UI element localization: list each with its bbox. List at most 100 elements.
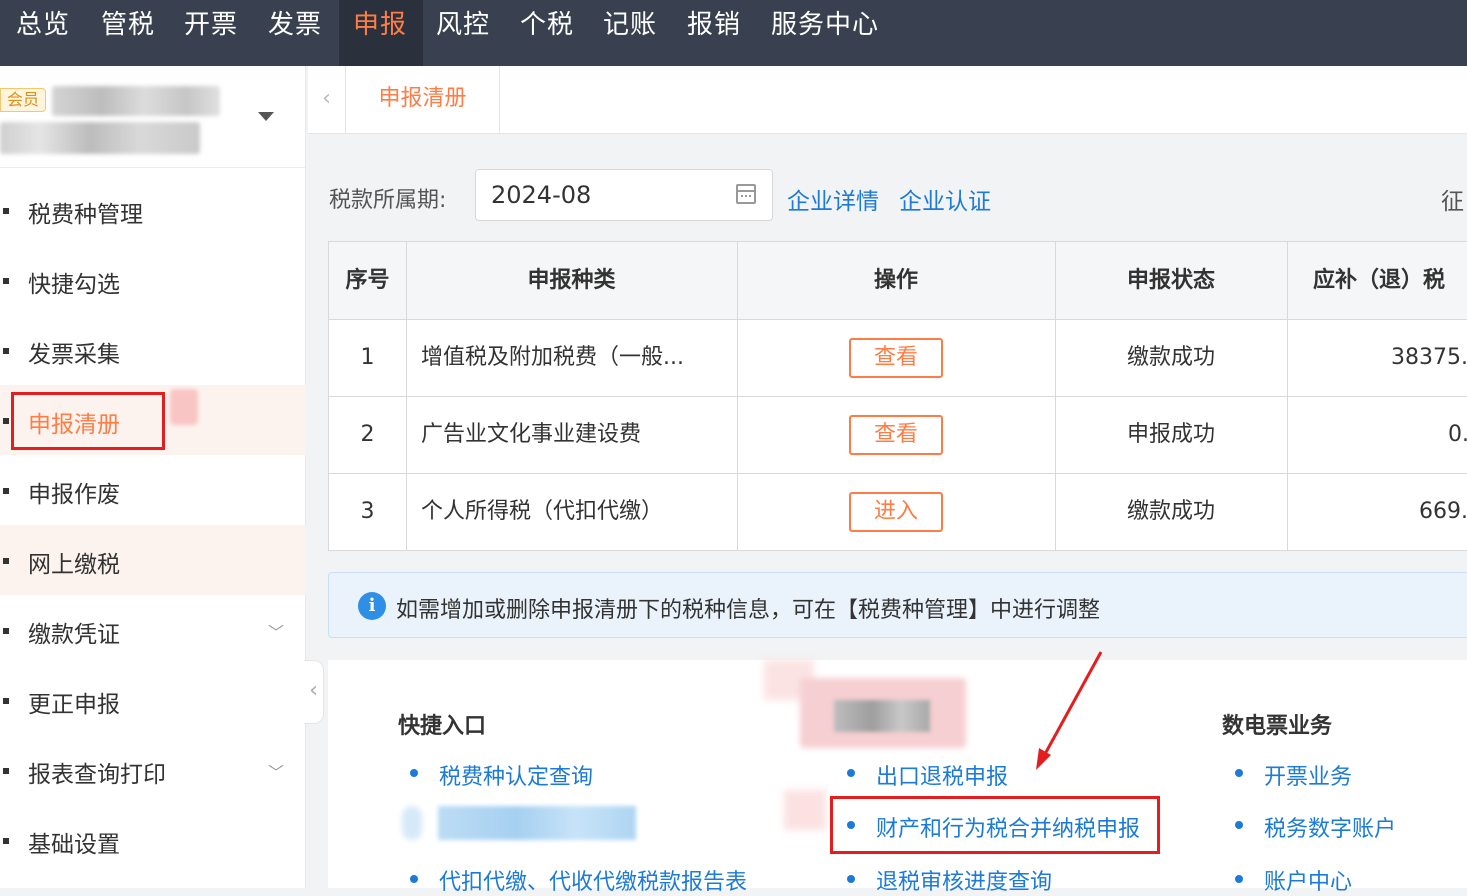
calendar-icon[interactable] [736, 184, 756, 204]
row-amount: 669. [1419, 499, 1467, 524]
view-button[interactable]: 查看 [849, 338, 943, 378]
sidebar-item-declaration-void[interactable]: 申报作废 [0, 455, 306, 525]
sidebar-item-label: 申报作废 [28, 482, 120, 508]
enter-button[interactable]: 进入 [849, 492, 943, 532]
bullet-icon [3, 628, 9, 634]
nav-item-tax-management[interactable]: 管税 [101, 0, 155, 66]
column-divider [737, 242, 738, 550]
column-header: 序号 [345, 268, 390, 293]
sidebar-item-quick-select[interactable]: 快捷勾选 [0, 245, 306, 315]
sidebar-item-label: 更正申报 [28, 692, 120, 718]
row-index: 2 [360, 422, 375, 447]
blurred-link[interactable] [438, 806, 636, 840]
bullet-icon [410, 875, 418, 883]
row-status: 缴款成功 [1126, 345, 1215, 370]
link-refund-progress[interactable]: 退税审核进度查询 [876, 864, 1052, 896]
sidebar-item-tax-types[interactable]: 税费种管理 [0, 175, 306, 245]
chevron-down-icon: ﹀ [268, 623, 285, 642]
column-header: 操作 [873, 268, 918, 293]
row-type: 广告业文化事业建设费 [421, 422, 642, 447]
table-row: 3 个人所得税（代扣代缴） 进入 缴款成功 669. [329, 474, 1467, 550]
nav-item-bookkeeping[interactable]: 记账 [603, 0, 657, 66]
sidebar-item-label: 税费种管理 [28, 202, 143, 228]
nav-item-invoicing[interactable]: 开票 [184, 0, 238, 66]
bullet-icon [3, 278, 9, 284]
sidebar-item-declaration-list[interactable]: 申报清册 [0, 385, 306, 455]
sidebar-item-label: 基础设置 [28, 832, 120, 858]
bullet-icon [3, 208, 9, 214]
member-selector[interactable]: 会员 [0, 66, 306, 168]
bullet-icon [3, 838, 9, 844]
row-index: 3 [360, 499, 375, 524]
tab-declaration-list[interactable]: 申报清册 [346, 66, 500, 134]
blurred-company-name [52, 86, 220, 116]
sidebar-item-label: 发票采集 [28, 342, 120, 368]
nav-item-invoices[interactable]: 发票 [268, 0, 322, 66]
blurred-marker [170, 389, 198, 425]
sidebar-item-invoice-collection[interactable]: 发票采集 [0, 315, 306, 385]
bullet-icon [847, 875, 855, 883]
company-cert-link[interactable]: 企业认证 [899, 182, 991, 216]
bullet-icon [410, 769, 418, 777]
link-account-center[interactable]: 账户中心 [1264, 864, 1352, 896]
row-amount: 0. [1448, 422, 1467, 447]
column-header: 应补（退）税 [1313, 268, 1446, 293]
sidebar-item-label: 报表查询打印 [28, 762, 166, 788]
bullet-icon [1235, 769, 1243, 777]
sidebar-item-report-print[interactable]: 报表查询打印 ﹀ [0, 735, 306, 805]
row-status: 缴款成功 [1126, 499, 1215, 524]
link-export-refund[interactable]: 出口退税申报 [876, 759, 1008, 791]
nav-item-service-center[interactable]: 服务中心 [771, 0, 879, 66]
sidebar-item-label: 快捷勾选 [28, 272, 120, 298]
blurred-section-title-text [834, 700, 930, 732]
nav-item-declaration[interactable]: 申报 [339, 0, 423, 66]
bullet-icon [3, 418, 9, 424]
row-status: 申报成功 [1126, 422, 1215, 447]
bullet-icon [3, 348, 9, 354]
column-header: 申报种类 [527, 268, 616, 293]
truncated-label: 征 [1441, 189, 1464, 215]
member-badge: 会员 [0, 88, 46, 112]
column-divider [1055, 242, 1056, 550]
quick-entry-panel: 快捷入口 税费种认定查询 代扣代缴、代收代缴税款报告表 出口退税申报 财产和行为… [328, 660, 1467, 895]
sidebar-collapse-button[interactable]: ‹ [304, 660, 324, 724]
column-divider [406, 242, 407, 550]
nav-item-overview[interactable]: 总览 [16, 0, 70, 66]
link-withholding-report[interactable]: 代扣代缴、代收代缴税款报告表 [439, 864, 747, 896]
sidebar-item-online-payment[interactable]: 网上缴税 [0, 525, 306, 595]
sidebar-item-payment-voucher[interactable]: 缴款凭证 ﹀ [0, 595, 306, 665]
column-header: 申报状态 [1126, 268, 1215, 293]
notice-text: 如需增加或删除申报清册下的税种信息，可在【税费种管理】中进行调整 [396, 598, 1101, 623]
top-nav: 总览 管税 开票 发票 申报 风控 个税 记账 报销 服务中心 [0, 0, 1467, 66]
table-row: 2 广告业文化事业建设费 查看 申报成功 0. [329, 397, 1467, 474]
sidebar-item-basic-settings[interactable]: 基础设置 [0, 805, 306, 875]
sidebar-item-label: 缴款凭证 [28, 622, 120, 648]
chevron-left-icon[interactable]: ‹ [308, 66, 346, 134]
link-invoicing-business[interactable]: 开票业务 [1264, 759, 1352, 791]
link-tax-digital-account[interactable]: 税务数字账户 [1264, 811, 1396, 843]
view-button[interactable]: 查看 [849, 415, 943, 455]
company-detail-link[interactable]: 企业详情 [787, 182, 879, 216]
period-value: 2024-08 [491, 181, 592, 209]
bullet-icon [847, 769, 855, 777]
row-type: 个人所得税（代扣代缴） [421, 499, 664, 524]
nav-item-risk-control[interactable]: 风控 [436, 0, 490, 66]
highlight-box [830, 796, 1160, 854]
nav-item-reimbursement[interactable]: 报销 [687, 0, 741, 66]
table-header: 序号 申报种类 操作 申报状态 应补（退）税 [329, 242, 1467, 320]
link-tax-type-query[interactable]: 税费种认定查询 [439, 759, 593, 791]
chevron-down-icon: ﹀ [268, 763, 285, 782]
caret-down-icon[interactable] [258, 112, 274, 121]
bullet-icon [3, 488, 9, 494]
tab-bar: ‹ 申报清册 [308, 66, 1467, 134]
period-date-picker[interactable]: 2024-08 [475, 169, 773, 221]
column-divider [1287, 242, 1288, 550]
bullet-icon [1235, 821, 1243, 829]
nav-item-personal-tax[interactable]: 个税 [520, 0, 574, 66]
row-index: 1 [360, 345, 375, 370]
bullet-icon [3, 558, 9, 564]
period-label: 税款所属期: [329, 188, 447, 213]
sidebar-item-correction[interactable]: 更正申报 [0, 665, 306, 735]
highlight-box [11, 392, 165, 450]
bullet-icon [3, 698, 9, 704]
